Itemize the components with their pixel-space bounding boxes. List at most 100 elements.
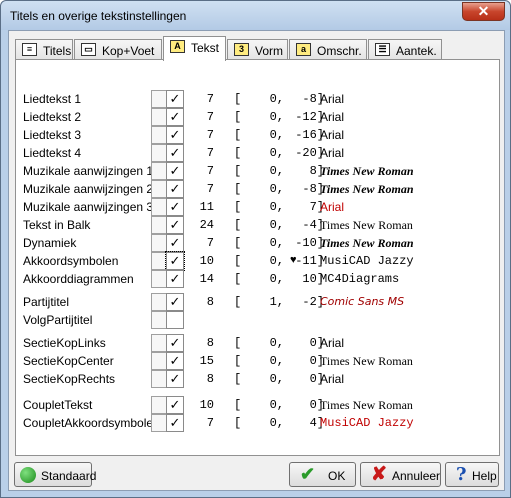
- text-setting-row[interactable]: Akkoorddiagrammen ✓ 14 [0, 10] MC4Diagrams: [16, 270, 499, 288]
- visible-checkbox[interactable]: ✓: [166, 198, 184, 216]
- visible-checkbox[interactable]: ✓: [166, 162, 184, 180]
- visible-checkbox[interactable]: ✓: [166, 108, 184, 126]
- text-setting-row[interactable]: Tekst in Balk ✓ 24 [0, -4] Times New Roman: [16, 216, 499, 234]
- value-size: 7: [206, 416, 214, 430]
- value-x: 1,: [269, 295, 284, 309]
- title-bar[interactable]: Titels en overige tekstinstellingen ✕: [1, 1, 510, 30]
- tab-label: Aantek.: [396, 44, 437, 58]
- visible-checkbox[interactable]: ✓: [166, 126, 184, 144]
- font-picker-box[interactable]: [151, 126, 166, 144]
- text-setting-row[interactable]: Muzikale aanwijzingen 2 ✓ 7 [0, -8] Times New…: [16, 180, 499, 198]
- visible-checkbox[interactable]: ✓: [166, 370, 184, 388]
- value-x: 0,: [269, 272, 284, 286]
- text-setting-row[interactable]: Liedtekst 4 ✓ 7 [0, -20] Arial: [16, 144, 499, 162]
- row-label: Tekst in Balk: [23, 218, 91, 232]
- font-picker-box[interactable]: [151, 334, 166, 352]
- text-setting-row[interactable]: Liedtekst 2 ✓ 7 [0, -12] Arial: [16, 108, 499, 126]
- text-setting-row[interactable]: Liedtekst 3 ✓ 7 [0, -16] Arial: [16, 126, 499, 144]
- ok-button[interactable]: ✔ OK: [289, 462, 356, 487]
- font-picker-box[interactable]: [151, 293, 166, 311]
- font-name: Arial: [320, 92, 345, 106]
- font-picker-box[interactable]: [151, 234, 166, 252]
- description-icon: a: [296, 43, 311, 56]
- visible-checkbox[interactable]: ✓: [166, 414, 184, 432]
- text-setting-row[interactable]: Muzikale aanwijzingen 1 ✓ 7 [0, 8] Times New …: [16, 162, 499, 180]
- text-setting-row[interactable]: CoupletAkkoordsymbolen ✓ 7 [0, 4] MusiCAD Jaz…: [16, 414, 499, 432]
- value-y: -10]: [295, 236, 324, 250]
- header-footer-icon: ▭: [81, 43, 96, 56]
- visible-checkbox[interactable]: ✓: [166, 144, 184, 162]
- font-picker-box[interactable]: [151, 198, 166, 216]
- text-setting-row[interactable]: Dynamiek ✓ 7 [0, -10] Times New Roman: [16, 234, 499, 252]
- dialog-client: ≡ Titels ▭ Kop+Voet A Tekst 3 Vorm a Oms…: [8, 30, 505, 491]
- value-bracket: [: [234, 416, 242, 430]
- row-label: Liedtekst 4: [23, 146, 82, 160]
- row-label: Muzikale aanwijzingen 1: [23, 164, 154, 178]
- visible-checkbox[interactable]: [166, 311, 184, 329]
- font-picker-box[interactable]: ♥: [151, 252, 297, 270]
- font-picker-box[interactable]: [151, 180, 166, 198]
- text-setting-row[interactable]: Akkoordsymbolen ♥ ✓ 10 [0, -11] MusiCAD Jazzy: [16, 251, 499, 271]
- tab-titels[interactable]: ≡ Titels: [15, 39, 73, 60]
- help-button[interactable]: ? Help: [445, 462, 499, 487]
- row-label: Akkoorddiagrammen: [23, 272, 134, 286]
- visible-checkbox[interactable]: ✓: [166, 270, 184, 288]
- font-name: Times New Roman: [320, 164, 414, 178]
- value-y: 0]: [309, 398, 324, 412]
- font-picker-box[interactable]: [151, 396, 166, 414]
- row-label: SectieKopRechts: [23, 372, 116, 386]
- annuleer-button[interactable]: ✘ Annuleer: [360, 462, 441, 487]
- tab-aantek[interactable]: ☰ Aantek.: [368, 39, 442, 60]
- close-button[interactable]: ✕: [462, 2, 505, 21]
- font-picker-box[interactable]: [151, 216, 166, 234]
- visible-checkbox[interactable]: ✓: [166, 352, 184, 370]
- value-y: 4]: [309, 416, 324, 430]
- value-bracket: [: [234, 200, 242, 214]
- button-bar: Standaard ✔ OK ✘ Annuleer ? Help: [9, 456, 504, 490]
- tab-tekst[interactable]: A Tekst: [163, 36, 226, 61]
- text-setting-row[interactable]: Liedtekst 1 ✓ 7 [0, -8] Arial: [16, 90, 499, 108]
- font-picker-box[interactable]: [151, 352, 166, 370]
- font-picker-box[interactable]: [151, 108, 166, 126]
- value-x: 0,: [269, 236, 284, 250]
- row-label: Partijtitel: [23, 295, 70, 309]
- visible-checkbox[interactable]: ✓: [166, 216, 184, 234]
- visible-checkbox[interactable]: ✓: [165, 251, 185, 271]
- value-y: 0]: [309, 372, 324, 386]
- font-picker-box[interactable]: [151, 311, 166, 329]
- font-picker-box[interactable]: [151, 270, 166, 288]
- font-name: MC4Diagrams: [320, 272, 400, 286]
- text-setting-row[interactable]: VolgPartijtitel: [16, 311, 499, 329]
- font-name: Arial: [320, 372, 345, 386]
- value-size: 7: [206, 182, 214, 196]
- tab-strip: ≡ Titels ▭ Kop+Voet A Tekst 3 Vorm a Oms…: [15, 36, 500, 61]
- font-name: MusiCAD Jazzy: [320, 254, 414, 268]
- text-setting-row[interactable]: Muzikale aanwijzingen 3 ✓ 11 [0, 7] Arial: [16, 198, 499, 216]
- value-x: 0,: [269, 182, 284, 196]
- value-y: 10]: [302, 272, 324, 286]
- font-picker-box[interactable]: [151, 414, 166, 432]
- visible-checkbox[interactable]: ✓: [166, 334, 184, 352]
- text-setting-row[interactable]: SectieKopRechts ✓ 8 [0, 0] Arial: [16, 370, 499, 388]
- visible-checkbox[interactable]: ✓: [166, 396, 184, 414]
- text-setting-row[interactable]: CoupletTekst ✓ 10 [0, 0] Times New Roman: [16, 396, 499, 414]
- visible-checkbox[interactable]: ✓: [166, 90, 184, 108]
- font-picker-box[interactable]: [151, 90, 166, 108]
- standaard-button[interactable]: Standaard: [14, 462, 96, 487]
- visible-checkbox[interactable]: ✓: [166, 234, 184, 252]
- value-y: -4]: [302, 218, 324, 232]
- font-picker-box[interactable]: [151, 144, 166, 162]
- visible-checkbox[interactable]: ✓: [166, 180, 184, 198]
- value-bracket: [: [234, 295, 242, 309]
- visible-checkbox[interactable]: ✓: [166, 293, 184, 311]
- tab-omschr[interactable]: a Omschr.: [289, 39, 367, 60]
- text-setting-row[interactable]: SectieKopCenter ✓ 15 [0, 0] Times New Roman: [16, 352, 499, 370]
- text-setting-row[interactable]: Partijtitel ✓ 8 [1, -2] Comic Sans MS: [16, 293, 499, 311]
- font-picker-box[interactable]: [151, 162, 166, 180]
- text-setting-row[interactable]: SectieKopLinks ✓ 8 [0, 0] Arial: [16, 334, 499, 352]
- tab-vorm[interactable]: 3 Vorm: [227, 39, 288, 60]
- font-picker-box[interactable]: [151, 370, 166, 388]
- tab-kop-voet[interactable]: ▭ Kop+Voet: [74, 39, 162, 60]
- value-x: 0,: [269, 200, 284, 214]
- check-icon: ✔: [300, 464, 316, 484]
